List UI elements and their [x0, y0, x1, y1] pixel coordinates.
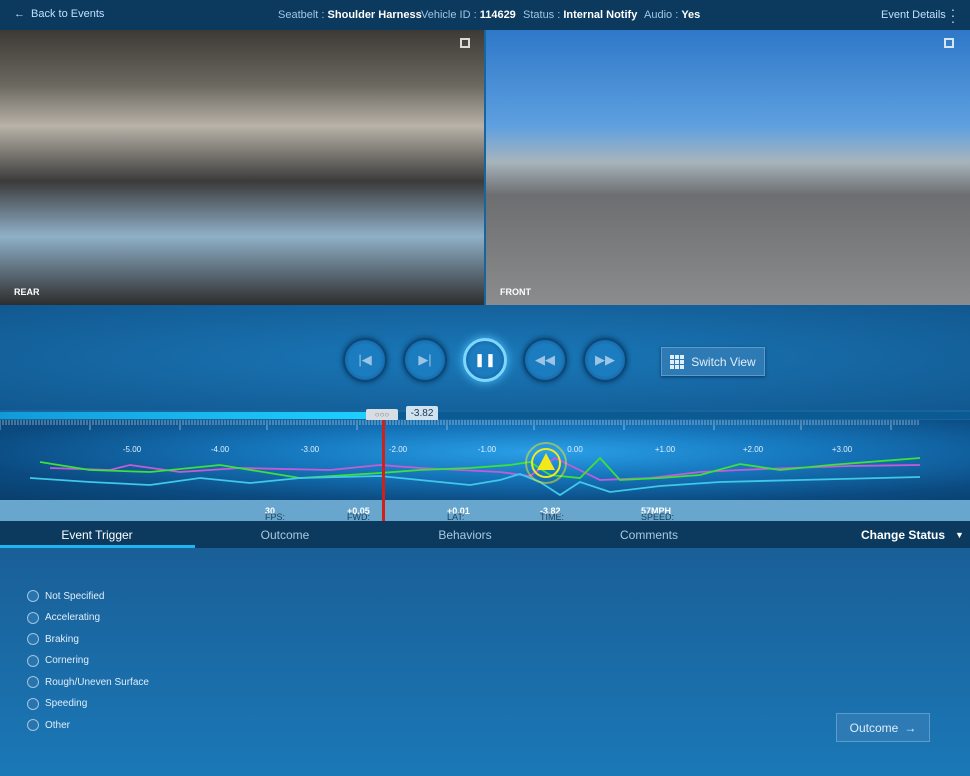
- skip-back-button[interactable]: |◀: [343, 338, 387, 382]
- trigger-option[interactable]: Accelerating: [27, 611, 100, 624]
- tab-bar: Event Trigger Outcome Behaviors Comments…: [0, 521, 970, 548]
- audio-info: Audio : Yes: [644, 9, 701, 21]
- playhead-line[interactable]: [382, 420, 385, 521]
- telemetry-series-line: [39, 456, 921, 481]
- timeline-tick-label: -3.00: [300, 445, 320, 454]
- rear-camera-video[interactable]: REAR: [0, 30, 484, 305]
- arrow-left-icon: ←: [14, 8, 25, 20]
- rear-label: REAR: [14, 287, 40, 297]
- timeline-tick-label: +1.00: [654, 445, 676, 454]
- header-bar: ← Back to Events Seatbelt : Shoulder Har…: [0, 0, 970, 30]
- timeline-tick-label: -1.00: [477, 445, 497, 454]
- fast-forward-icon: ▶▶: [595, 352, 615, 367]
- timeline-tick-label: -2.00: [388, 445, 408, 454]
- seatbelt-info: Seatbelt : Shoulder Harness: [278, 9, 422, 21]
- change-status-dropdown[interactable]: Change Status ▼: [861, 528, 964, 542]
- event-warning-icon: [537, 453, 555, 470]
- tab-behaviors[interactable]: Behaviors: [438, 528, 491, 542]
- telemetry-graph: [0, 420, 921, 497]
- trigger-option[interactable]: Cornering: [27, 654, 89, 667]
- trigger-option[interactable]: Not Specified: [27, 590, 104, 602]
- fullscreen-icon[interactable]: [460, 38, 470, 48]
- trigger-option[interactable]: Speeding: [27, 697, 87, 710]
- fwd-stat: FWD: +0.05: [347, 506, 370, 522]
- switch-view-button[interactable]: Switch View: [661, 347, 765, 376]
- lat-stat: LAT: +0.01: [447, 506, 470, 522]
- radio-button[interactable]: [27, 719, 39, 731]
- telemetry-series-line: [29, 473, 921, 497]
- fullscreen-icon[interactable]: [944, 38, 954, 48]
- radio-button[interactable]: [27, 633, 39, 645]
- timeline-tick-label: +3.00: [831, 445, 853, 454]
- front-camera-video[interactable]: FRONT: [486, 30, 970, 305]
- rewind-icon: ◀◀: [535, 352, 555, 367]
- radio-button[interactable]: [27, 676, 39, 688]
- fps-stat: FPS: 30: [265, 506, 286, 522]
- tab-outcome[interactable]: Outcome: [261, 528, 310, 542]
- more-vertical-icon[interactable]: · · ·: [950, 2, 956, 28]
- timeline-tick-label: -4.00: [210, 445, 230, 454]
- event-details-link[interactable]: Event Details: [881, 9, 946, 21]
- speed-stat: SPEED: 57MPH: [641, 506, 675, 522]
- trigger-option[interactable]: Rough/Uneven Surface: [27, 676, 149, 688]
- step-forward-icon: ▶|: [418, 352, 432, 367]
- grid-icon: [670, 354, 685, 369]
- caret-down-icon: ▼: [955, 530, 964, 540]
- trigger-option[interactable]: Braking: [27, 633, 79, 645]
- rewind-button[interactable]: ◀◀: [523, 338, 567, 382]
- timeline-tick-label: 0.00: [567, 445, 583, 454]
- event-trigger-panel: [0, 548, 970, 776]
- back-to-events-link[interactable]: ← Back to Events: [14, 8, 104, 20]
- outcome-next-button[interactable]: Outcome →: [836, 713, 930, 742]
- telemetry-stats-bar: FPS: 30 FWD: +0.05 LAT: +0.01 TIME: -3.8…: [0, 500, 970, 522]
- pause-icon: ❚❚: [474, 352, 496, 367]
- time-stat: TIME: -3.82: [540, 506, 564, 522]
- radio-button[interactable]: [27, 654, 39, 667]
- progress-fill: [0, 412, 369, 419]
- pause-button[interactable]: ❚❚: [463, 338, 507, 382]
- front-label: FRONT: [500, 287, 531, 297]
- skip-back-icon: |◀: [358, 352, 372, 367]
- timeline-tick-label: -5.00: [122, 445, 142, 454]
- tab-comments[interactable]: Comments: [620, 528, 678, 542]
- radio-button[interactable]: [27, 611, 39, 624]
- arrow-right-icon: →: [904, 720, 917, 735]
- trigger-option[interactable]: Other: [27, 719, 70, 731]
- radio-button[interactable]: [27, 590, 39, 602]
- fast-forward-button[interactable]: ▶▶: [583, 338, 627, 382]
- status-info: Status : Internal Notify: [523, 9, 638, 21]
- tab-event-trigger[interactable]: Event Trigger: [61, 528, 132, 542]
- vehicle-id-info: Vehicle ID : 114629: [421, 9, 516, 21]
- telemetry-timeline[interactable]: [0, 420, 970, 500]
- timeline-tick-label: +2.00: [742, 445, 764, 454]
- step-forward-button[interactable]: ▶|: [403, 338, 447, 382]
- radio-button[interactable]: [27, 697, 39, 710]
